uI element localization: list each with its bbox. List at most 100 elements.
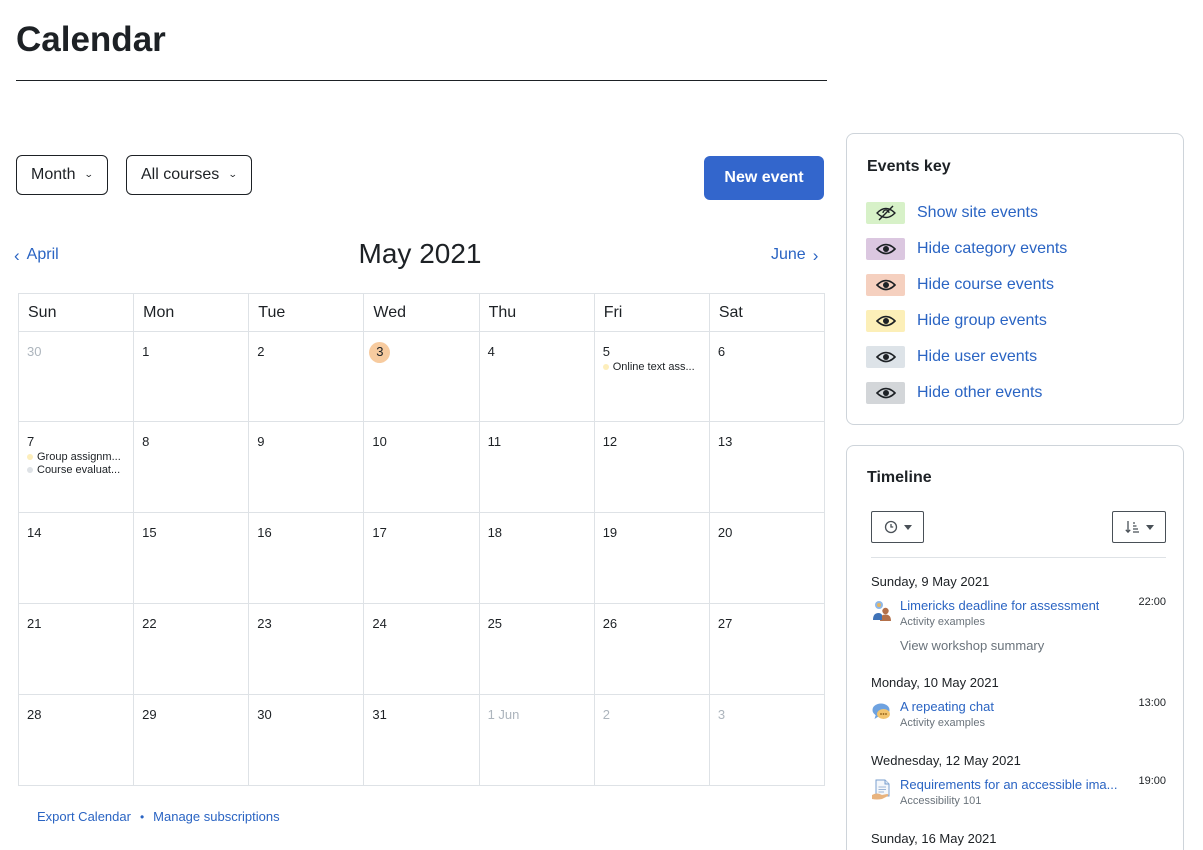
day-number: 12 xyxy=(602,434,618,449)
course-select[interactable]: All courses ⌄ xyxy=(126,155,252,195)
calendar-day-cell[interactable]: 7 Group assignm... Course evaluat... xyxy=(17,421,135,513)
timeline-event-course: Activity examples xyxy=(900,616,985,628)
eye-icon[interactable] xyxy=(866,382,905,404)
calendar-day-cell[interactable]: 12 xyxy=(593,421,710,513)
calendar-day-cell[interactable]: 5 Online text ass... xyxy=(593,331,710,422)
calendar-day-cell[interactable]: 16 xyxy=(248,512,365,604)
previous-month-link[interactable]: ‹ April xyxy=(14,246,59,264)
calendar-week-row: 14 15 16 17 18 19 20 xyxy=(17,512,826,604)
calendar-day-cell[interactable]: 22 xyxy=(133,603,250,695)
day-number: 26 xyxy=(602,616,618,631)
new-event-button[interactable]: New event xyxy=(704,156,824,200)
day-number-wrapper: 20 xyxy=(718,525,816,541)
calendar-day-cell[interactable]: 29 xyxy=(133,694,250,786)
eye-slash-icon[interactable] xyxy=(866,202,905,224)
calendar-day-cell[interactable]: 2 xyxy=(593,694,710,786)
day-number: 7 xyxy=(27,434,35,449)
calendar-day-cell[interactable]: 30 xyxy=(248,694,365,786)
day-number-wrapper: 7 xyxy=(27,434,125,450)
calendar-day-cell[interactable]: 10 xyxy=(363,421,480,513)
timeline-divider xyxy=(871,557,1166,558)
day-number: 23 xyxy=(257,616,272,631)
eye-icon[interactable] xyxy=(866,274,905,296)
clock-icon xyxy=(884,520,897,534)
events-key-toggle-link[interactable]: Hide course events xyxy=(917,276,1054,294)
calendar-week-row: 21 22 23 24 25 26 27 xyxy=(17,603,826,695)
calendar-day-cell[interactable]: 21 xyxy=(17,603,135,695)
timeline-event-action[interactable]: View workshop summary xyxy=(900,638,1044,653)
timeline-event-link[interactable]: Limericks deadline for assessment xyxy=(900,598,1099,613)
day-number: 9 xyxy=(257,434,265,449)
calendar-day-cell[interactable]: 27 xyxy=(708,603,826,695)
day-number: 24 xyxy=(372,616,387,631)
calendar-day-cell[interactable]: 3 xyxy=(708,694,826,786)
calendar-day-cell[interactable]: 31 xyxy=(363,694,480,786)
events-key-row: Hide course events xyxy=(866,274,1054,296)
events-key-toggle-link[interactable]: Hide other events xyxy=(917,384,1042,402)
calendar-week-row: 28 29 30 31 1 Jun 2 3 xyxy=(17,694,826,786)
timeline-event-link[interactable]: A repeating chat xyxy=(900,699,994,714)
calendar-day-cell[interactable]: 17 xyxy=(363,512,480,604)
page-title: Calendar xyxy=(16,20,166,59)
day-number: 4 xyxy=(487,344,495,359)
manage-subscriptions-link[interactable]: Manage subscriptions xyxy=(153,809,279,824)
events-key-toggle-link[interactable]: Hide user events xyxy=(917,348,1037,366)
calendar-event-name: Course evaluat... xyxy=(37,464,121,476)
calendar-day-cell[interactable]: 9 xyxy=(248,421,365,513)
calendar-day-cell[interactable]: 26 xyxy=(593,603,710,695)
calendar-day-cell[interactable]: 3 xyxy=(363,331,480,422)
events-key-toggle-link[interactable]: Hide category events xyxy=(917,240,1067,258)
events-key-toggle-link[interactable]: Hide group events xyxy=(917,312,1047,330)
calendar-event[interactable]: Online text ass... xyxy=(602,361,701,373)
weekday-header-row: Sun Mon Tue Wed Thu Fri Sat xyxy=(17,293,826,332)
day-number: 30 xyxy=(257,707,272,722)
timeline-sort-dropdown[interactable] xyxy=(1112,511,1166,543)
timeline-event-link[interactable]: Requirements for an accessible ima... xyxy=(900,777,1117,792)
day-number: 29 xyxy=(142,707,157,722)
event-dot-icon xyxy=(602,364,609,370)
calendar-day-cell[interactable]: 24 xyxy=(363,603,480,695)
calendar-day-cell[interactable]: 1 Jun xyxy=(478,694,595,786)
weekday-header: Thu xyxy=(478,293,595,332)
eye-icon[interactable] xyxy=(866,346,905,368)
day-number-wrapper: 30 xyxy=(27,344,125,360)
events-key-row: Hide category events xyxy=(866,238,1067,260)
title-divider xyxy=(16,80,827,81)
chevron-left-icon: ‹ xyxy=(14,245,20,265)
day-number-wrapper: 17 xyxy=(372,525,470,541)
calendar-day-cell[interactable]: 6 xyxy=(708,331,826,422)
day-number-wrapper: 10 xyxy=(372,434,470,450)
calendar-day-cell[interactable]: 20 xyxy=(708,512,826,604)
event-dot-icon xyxy=(27,467,33,473)
calendar-day-cell[interactable]: 15 xyxy=(133,512,250,604)
export-calendar-link[interactable]: Export Calendar xyxy=(37,809,131,824)
calendar-day-cell[interactable]: 18 xyxy=(478,512,595,604)
next-month-link[interactable]: June › xyxy=(771,246,818,264)
calendar-day-cell[interactable]: 2 xyxy=(248,331,365,422)
day-number-wrapper: 2 xyxy=(603,707,701,723)
calendar-footer: Export Calendar • Manage subscriptions xyxy=(37,809,280,824)
eye-icon[interactable] xyxy=(866,310,905,332)
calendar-day-cell[interactable]: 8 xyxy=(133,421,250,513)
view-select[interactable]: Month ⌄ xyxy=(16,155,108,195)
calendar-day-cell[interactable]: 19 xyxy=(593,512,710,604)
calendar-day-cell[interactable]: 23 xyxy=(248,603,365,695)
calendar-day-cell[interactable]: 30 xyxy=(17,331,135,422)
eye-icon[interactable] xyxy=(866,238,905,260)
calendar-day-cell[interactable]: 14 xyxy=(17,512,135,604)
calendar-week-row: 7 Group assignm... Course evaluat... 8 9 10 11… xyxy=(17,421,826,513)
weekday-header: Mon xyxy=(133,293,250,332)
timeline-filter-dropdown[interactable] xyxy=(871,511,924,543)
day-number: 2 xyxy=(257,344,265,359)
calendar-event[interactable]: Course evaluat... xyxy=(27,464,125,476)
day-number: 21 xyxy=(27,616,42,631)
calendar-day-cell[interactable]: 25 xyxy=(478,603,595,695)
calendar-day-cell[interactable]: 11 xyxy=(478,421,595,513)
calendar-event[interactable]: Group assignm... xyxy=(27,451,125,463)
calendar-day-cell[interactable]: 1 xyxy=(133,331,250,422)
calendar-day-cell[interactable]: 4 xyxy=(478,331,595,422)
calendar-day-cell[interactable]: 13 xyxy=(708,421,826,513)
events-key-row: Hide group events xyxy=(866,310,1047,332)
events-key-toggle-link[interactable]: Show site events xyxy=(917,204,1038,222)
calendar-day-cell[interactable]: 28 xyxy=(17,694,135,786)
